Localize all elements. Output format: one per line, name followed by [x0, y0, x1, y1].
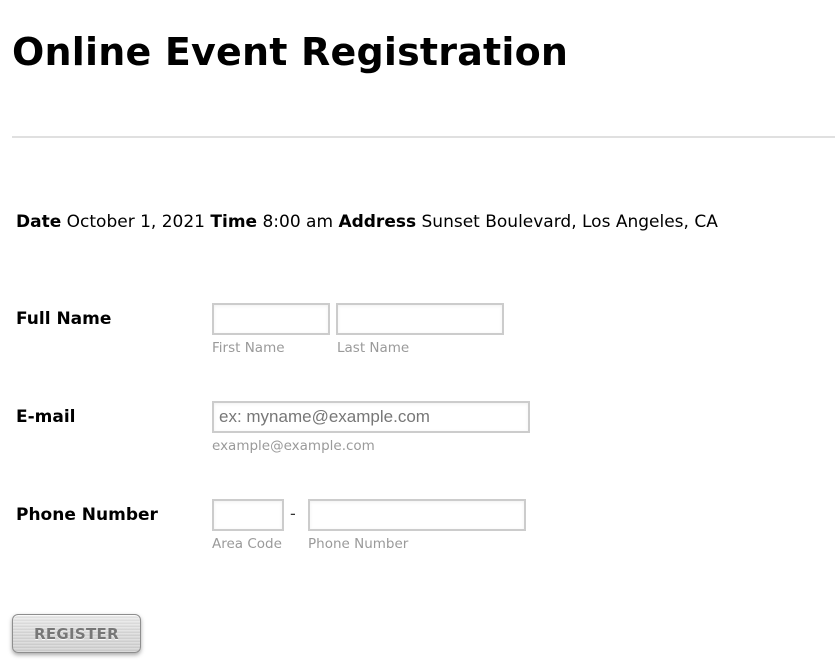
- header-divider: [12, 136, 835, 138]
- event-info: Date October 1, 2021 Time 8:00 am Addres…: [16, 210, 718, 234]
- address-label: Address: [338, 212, 417, 232]
- phone-number-sublabel: Phone Number: [308, 536, 409, 552]
- time-value: 8:00 am: [262, 212, 334, 232]
- email-input[interactable]: [212, 401, 530, 433]
- phone-separator: -: [290, 504, 296, 523]
- date-value: October 1, 2021: [66, 212, 205, 232]
- first-name-input[interactable]: [212, 303, 330, 335]
- phone-number-label: Phone Number: [16, 505, 158, 525]
- page-title: Online Event Registration: [12, 30, 569, 74]
- date-label: Date: [16, 212, 62, 232]
- first-name-sublabel: First Name: [212, 340, 285, 356]
- full-name-label: Full Name: [16, 309, 112, 329]
- email-label: E-mail: [16, 407, 76, 427]
- email-sublabel: example@example.com: [212, 438, 375, 454]
- area-code-sublabel: Area Code: [212, 536, 282, 552]
- last-name-input[interactable]: [336, 303, 504, 335]
- time-label: Time: [210, 212, 258, 232]
- area-code-input[interactable]: [212, 499, 284, 531]
- last-name-sublabel: Last Name: [337, 340, 410, 356]
- phone-number-input[interactable]: [308, 499, 526, 531]
- register-button[interactable]: REGISTER: [12, 614, 141, 653]
- address-value: Sunset Boulevard, Los Angeles, CA: [421, 212, 718, 232]
